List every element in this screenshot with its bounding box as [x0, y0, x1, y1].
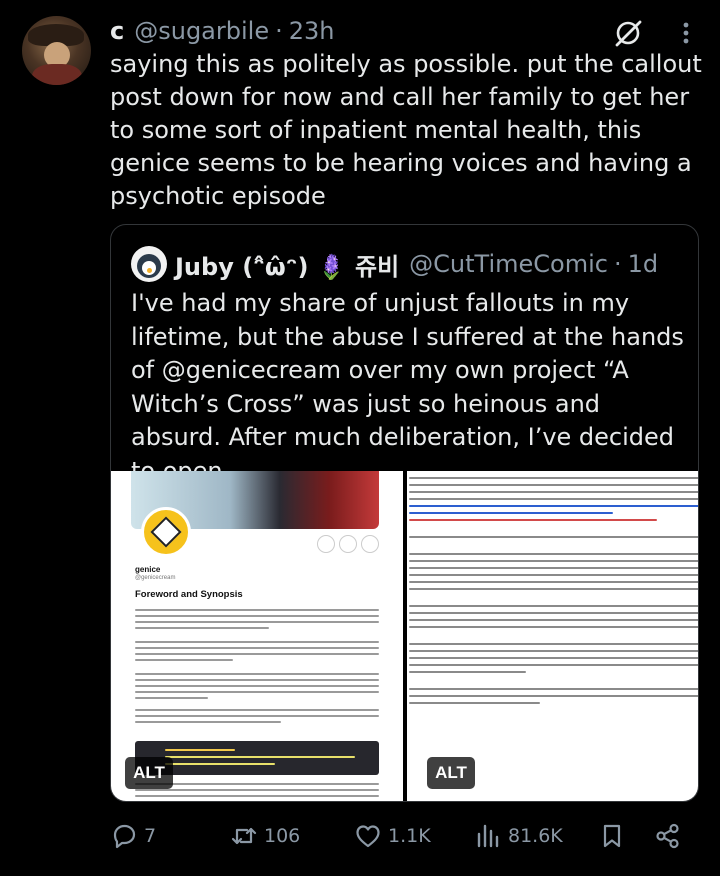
views-count: 81.6K — [508, 825, 563, 847]
document-paragraph-1 — [135, 609, 379, 633]
header-separator: · — [275, 17, 283, 45]
quote-author-handle[interactable]: @CutTimeComic — [409, 250, 608, 278]
more-icon[interactable] — [676, 18, 696, 48]
profile-name: genice — [135, 565, 161, 574]
action-bar: 7 106 1.1K 81.6K — [110, 816, 690, 856]
repost-button[interactable]: 106 — [230, 816, 300, 856]
share-button[interactable] — [654, 816, 688, 856]
reply-button[interactable]: 7 — [110, 816, 156, 856]
quote-header: Juby (ᵔ̂ω̂ᵔ) 🪻 쥬비 @CutTimeComic · 1d — [131, 245, 658, 283]
avatar-coat — [32, 64, 82, 85]
quote-time[interactable]: 1d — [628, 250, 659, 278]
grok-icon[interactable] — [613, 18, 643, 48]
views-icon — [477, 824, 499, 848]
bookmark-button[interactable] — [598, 816, 632, 856]
alt-badge[interactable]: ALT — [427, 757, 475, 789]
quoted-tweet[interactable]: Juby (ᵔ̂ω̂ᵔ) 🪻 쥬비 @CutTimeComic · 1d I'v… — [110, 224, 699, 802]
bookmark-icon — [603, 824, 621, 848]
tweet-text: saying this as politely as possible. put… — [110, 50, 702, 210]
tweet-header: c @sugarbile · 23h — [110, 14, 334, 48]
quote-text: I've had my share of unjust fallouts in … — [131, 289, 684, 485]
reply-count: 7 — [144, 825, 157, 847]
document-text — [409, 477, 698, 709]
like-count: 1.1K — [388, 825, 431, 847]
author-handle[interactable]: @sugarbile — [134, 17, 269, 45]
alt-badge[interactable]: ALT — [125, 757, 173, 789]
document-paragraph-2 — [135, 641, 379, 665]
quote-author-avatar[interactable] — [131, 246, 167, 282]
repost-icon — [231, 827, 257, 845]
quote-separator: · — [613, 250, 622, 278]
tweet-time[interactable]: 23h — [289, 17, 335, 45]
quote-image-2[interactable]: ALT — [407, 471, 698, 801]
document-heading: Foreword and Synopsis — [135, 589, 243, 600]
profile-action-icons — [317, 535, 379, 553]
document-paragraph-3 — [135, 673, 379, 703]
author-avatar[interactable] — [22, 16, 91, 85]
document-paragraph-4 — [135, 709, 379, 727]
like-button[interactable]: 1.1K — [354, 816, 431, 856]
share-icon — [656, 823, 679, 849]
reply-icon — [113, 824, 136, 849]
quote-author-name[interactable]: Juby (ᵔ̂ω̂ᵔ) 🪻 쥬비 — [175, 247, 399, 282]
author-name[interactable]: c — [110, 17, 124, 45]
repost-count: 106 — [264, 825, 301, 847]
like-icon — [356, 825, 380, 848]
profile-handle: @genicecream — [135, 575, 176, 581]
quote-image-1[interactable]: genice @genicecream Foreword and Synopsi… — [111, 471, 403, 801]
views-button[interactable]: 81.6K — [474, 816, 563, 856]
